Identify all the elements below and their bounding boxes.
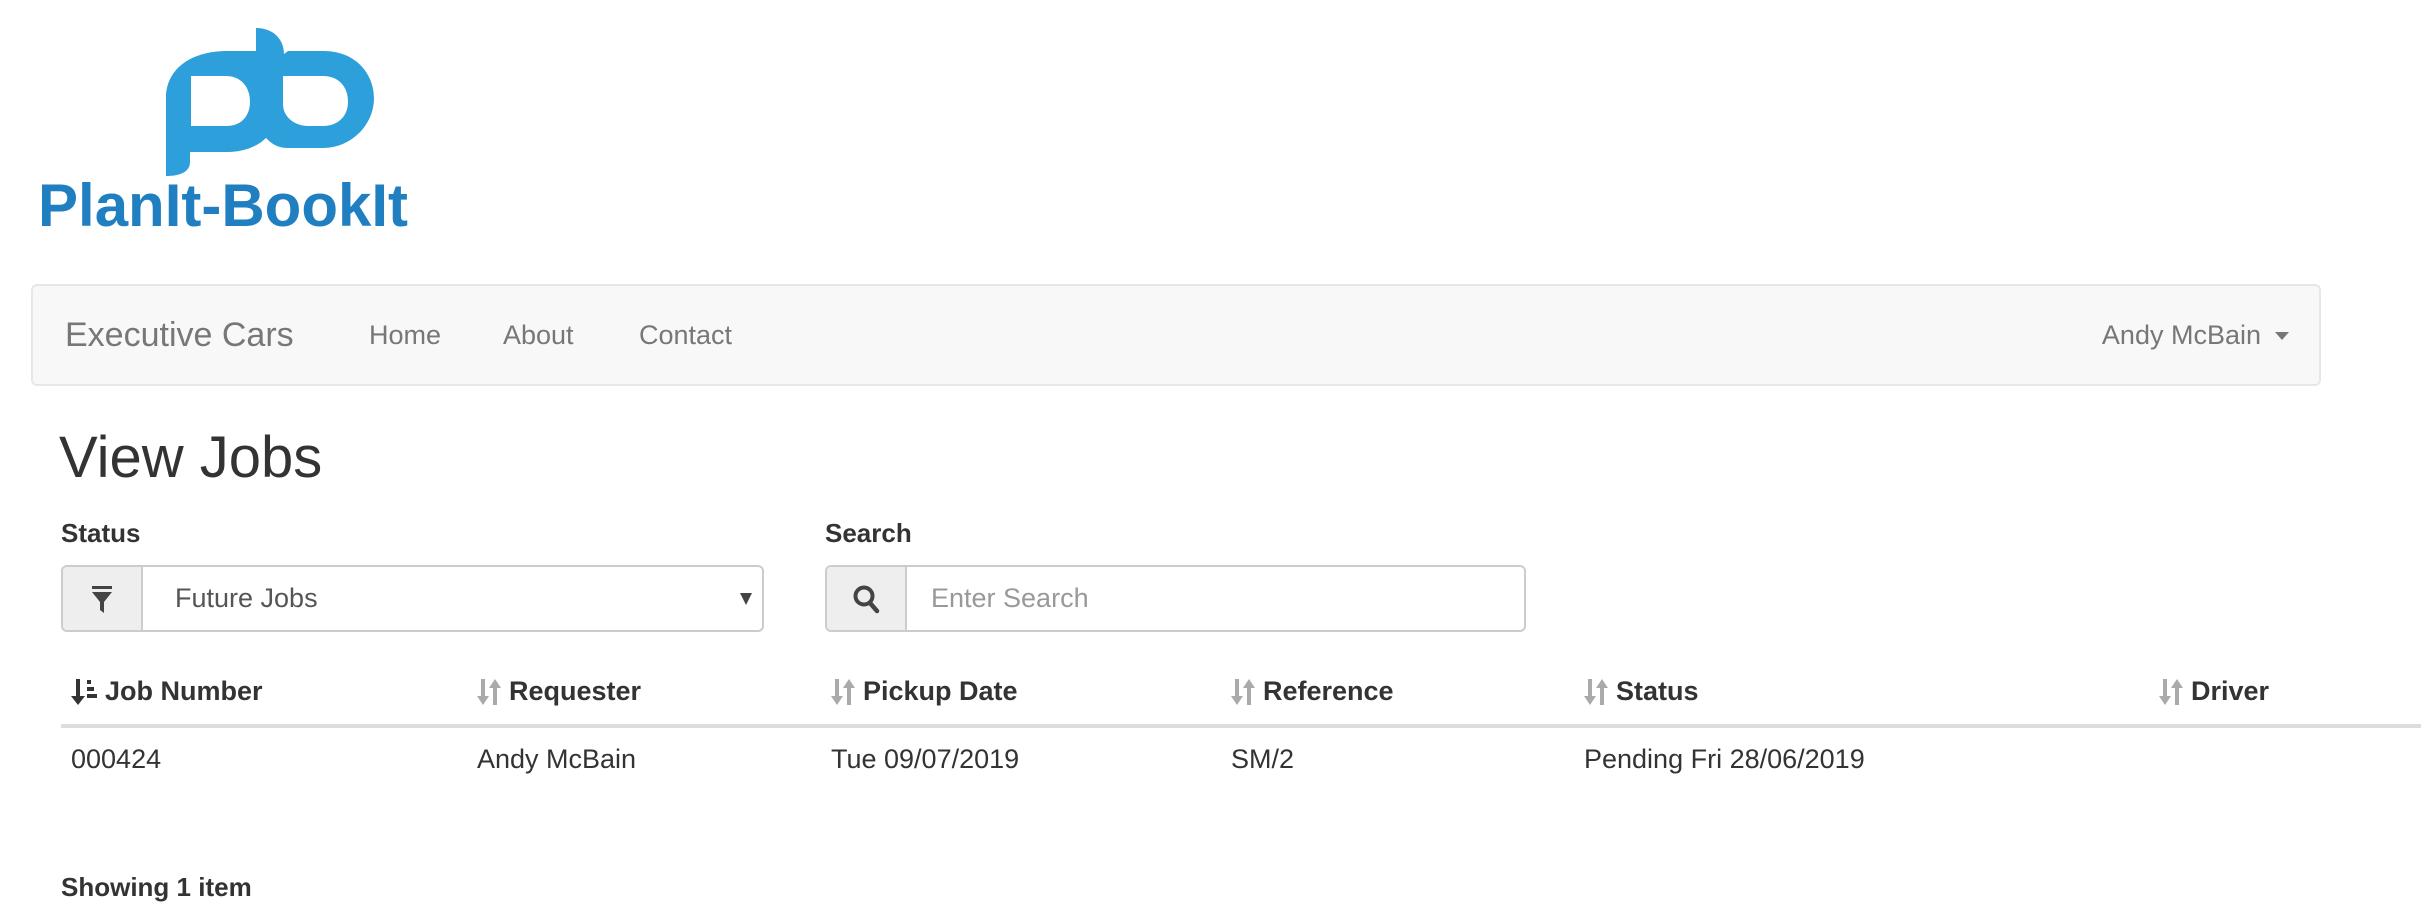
logo-text: PlanIt-BookIt [38,172,408,236]
caret-down-icon [2275,331,2289,340]
nav-link-about[interactable]: About [503,320,574,351]
item-count: Showing 1 item [61,872,252,902]
column-header-label: Reference [1263,676,1394,706]
navbar: Executive Cars Home About Contact Andy M… [31,284,2321,386]
cell-requester: Andy McBain [477,744,637,774]
sort-icon [1231,677,1257,707]
user-name: Andy McBain [2101,320,2261,350]
status-select[interactable]: Future Jobs [143,567,762,630]
status-label: Status [61,518,141,548]
search-group [825,565,1526,632]
column-header-driver[interactable]: Driver [2159,676,2269,707]
table-row[interactable]: 000424 Andy McBain Tue 09/07/2019 SM/2 P… [61,728,2421,790]
column-header-job-number[interactable]: Job Number [71,676,263,707]
column-header-label: Driver [2191,676,2270,706]
column-header-label: Pickup Date [863,676,1018,706]
column-header-label: Job Number [105,676,263,706]
navbar-brand[interactable]: Executive Cars [65,316,294,355]
column-header-label: Requester [509,676,642,706]
sort-icon [2159,677,2185,707]
nav-link-home[interactable]: Home [369,320,441,351]
filter-icon [63,567,143,630]
logo-mark-icon: PlanIt-BookIt [38,28,408,239]
sort-icon [1584,677,1610,707]
cell-status: Pending Fri 28/06/2019 [1584,744,1865,774]
column-header-reference[interactable]: Reference [1231,676,1394,707]
nav-link-contact[interactable]: Contact [639,320,732,351]
cell-reference: SM/2 [1231,744,1295,774]
page-title: View Jobs [59,425,323,490]
status-select-value: Future Jobs [175,583,318,613]
search-icon [827,567,907,630]
status-filter-group: Future Jobs [61,565,764,632]
column-header-pickup-date[interactable]: Pickup Date [831,676,1018,707]
planit-bookit-logo: PlanIt-BookIt [38,26,498,239]
search-label: Search [825,518,912,548]
select-arrow-icon [740,593,752,605]
table-header: Job Number Requester Pickup Date Referen… [61,660,2421,728]
cell-pickup-date: Tue 09/07/2019 [831,744,1020,774]
search-input[interactable] [907,567,1524,630]
sort-icon [477,677,503,707]
user-menu-dropdown[interactable]: Andy McBain [2102,320,2289,351]
column-header-requester[interactable]: Requester [477,676,641,707]
jobs-table: Job Number Requester Pickup Date Referen… [61,660,2421,790]
sort-icon [831,677,857,707]
sort-ascending-icon [71,677,99,707]
column-header-status[interactable]: Status [1584,676,1699,707]
cell-job-number: 000424 [71,744,162,774]
column-header-label: Status [1616,676,1699,706]
